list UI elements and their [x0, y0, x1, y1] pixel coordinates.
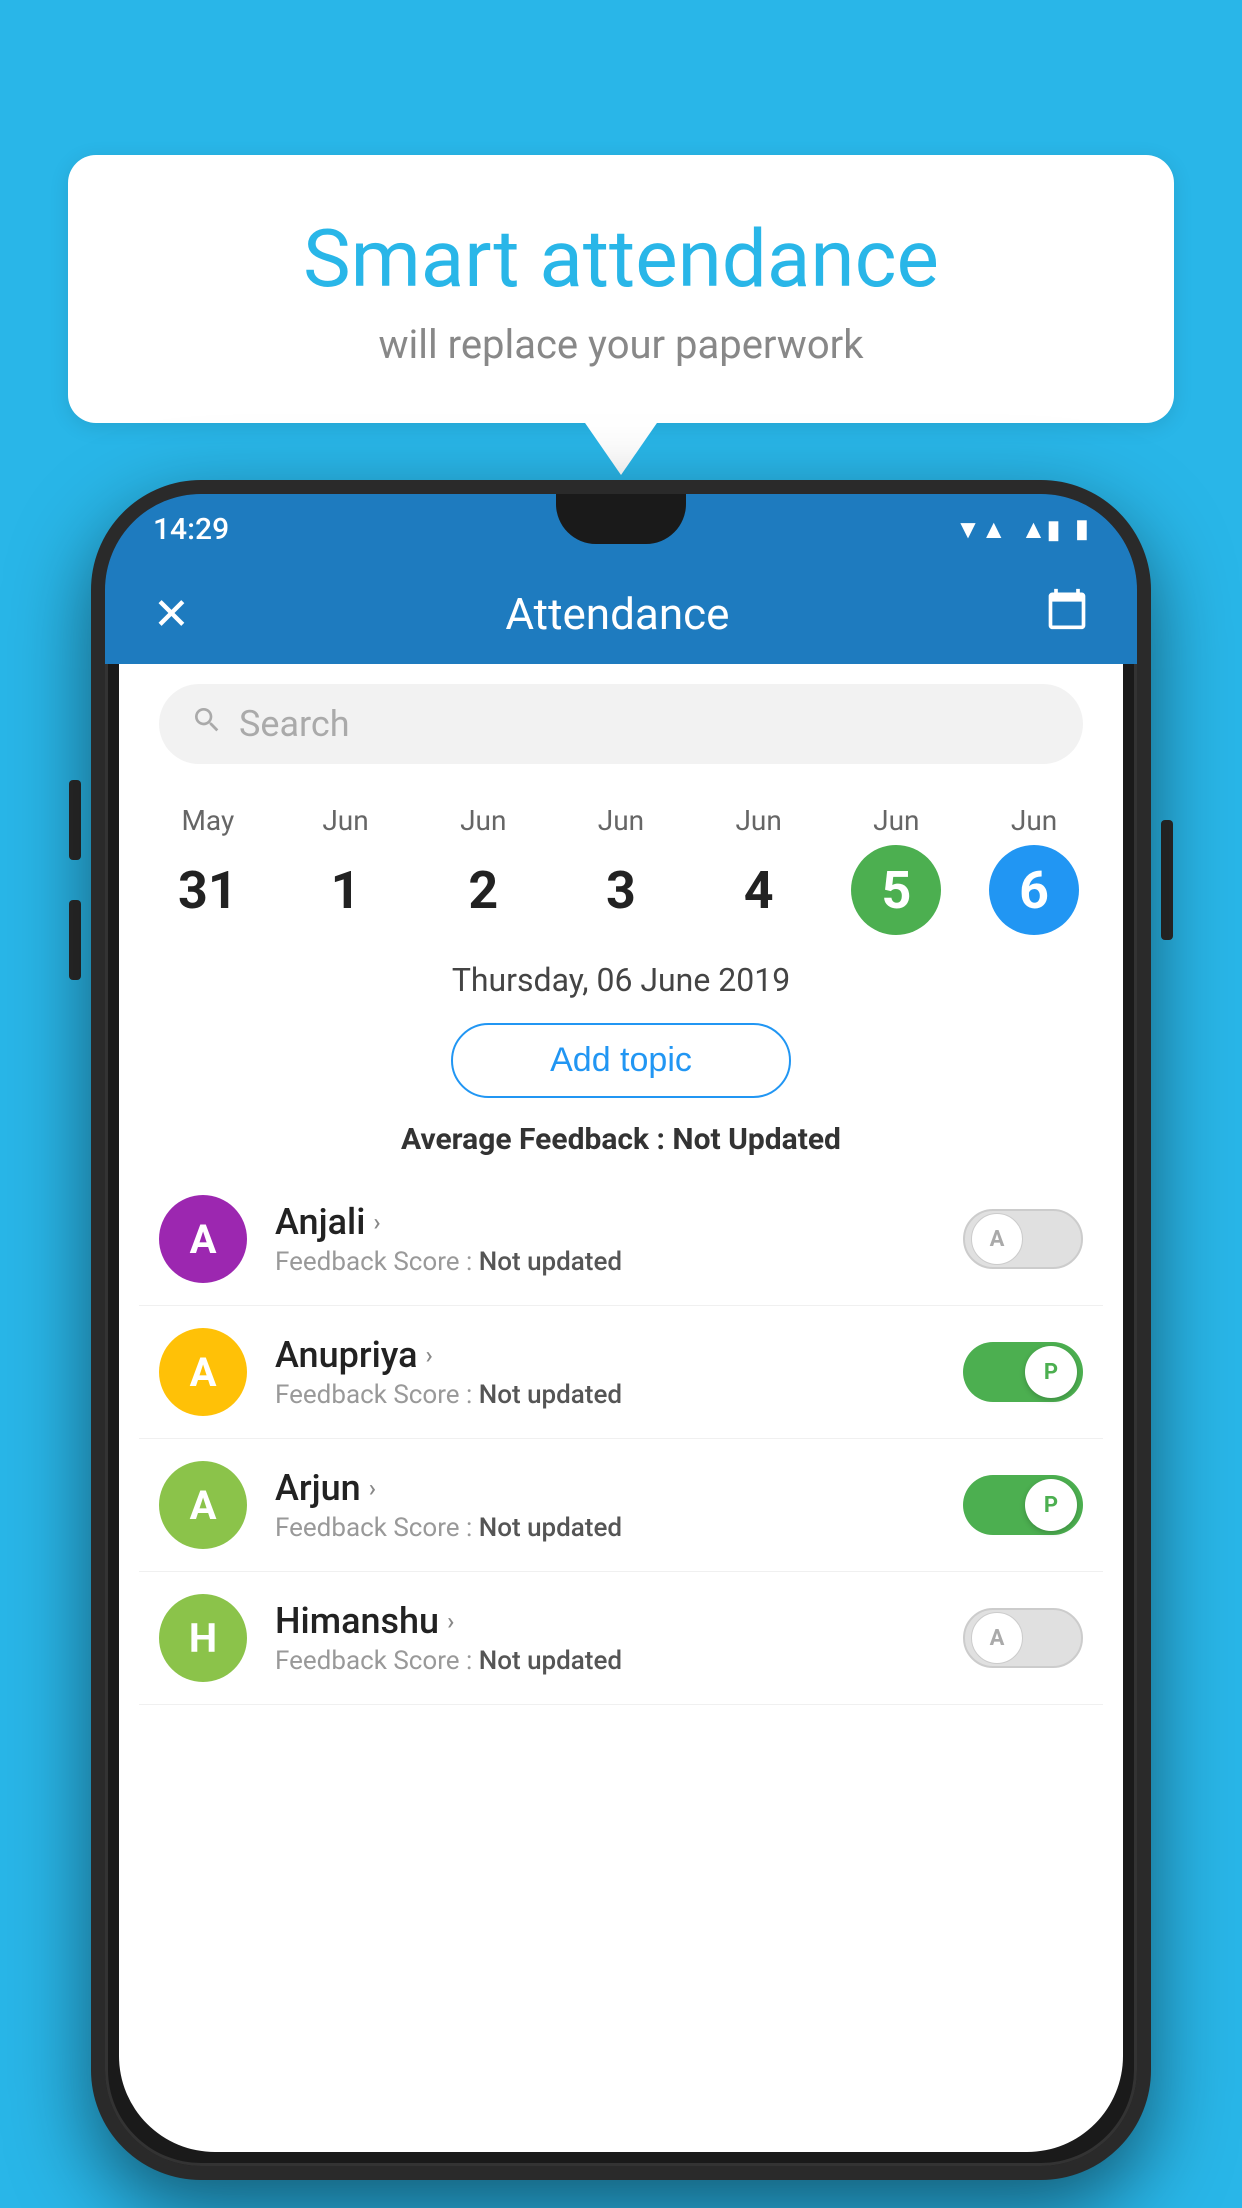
close-button[interactable]: ✕ — [153, 588, 190, 640]
signal-icon: ▲▮ — [1021, 514, 1061, 545]
student-item-2[interactable]: A Arjun › Feedback Score : Not updated P — [139, 1439, 1103, 1572]
student-info-1: Anupriya › Feedback Score : Not updated — [247, 1334, 963, 1410]
cal-month-label: Jun — [1011, 804, 1057, 837]
student-feedback-2: Feedback Score : Not updated — [275, 1513, 963, 1543]
students-list: AAnjali ›Feedback Score : Not updatedAAA… — [119, 1173, 1123, 1705]
cal-month-label: May — [181, 804, 234, 837]
cal-month-label: Jun — [460, 804, 506, 837]
cal-date-label: 4 — [714, 845, 804, 935]
avg-feedback: Average Feedback : Not Updated — [119, 1114, 1123, 1173]
phone-screen: Search May 31 Jun 1 Jun 2 Jun 3 Jun 4 Jun 5 Jun 6 Thu… — [119, 664, 1123, 2152]
student-avatar-3: H — [159, 1594, 247, 1682]
attendance-toggle-3[interactable]: A — [963, 1608, 1083, 1668]
cal-date-label: 3 — [576, 845, 666, 935]
student-feedback-3: Feedback Score : Not updated — [275, 1646, 963, 1676]
cal-date-label: 5 — [851, 845, 941, 935]
speech-bubble: Smart attendance will replace your paper… — [68, 155, 1174, 423]
add-topic-button[interactable]: Add topic — [451, 1023, 791, 1098]
toggle-knob-3: A — [971, 1612, 1023, 1664]
student-item-3[interactable]: H Himanshu › Feedback Score : Not updated A — [139, 1572, 1103, 1705]
student-name-0: Anjali › — [275, 1201, 963, 1243]
search-input[interactable]: Search — [159, 684, 1083, 764]
cal-month-label: Jun — [873, 804, 919, 837]
toggle-knob-0: A — [971, 1213, 1023, 1265]
student-info-0: Anjali › Feedback Score : Not updated — [247, 1201, 963, 1277]
calendar-day-0[interactable]: May 31 — [148, 804, 268, 935]
phone-device: 14:29 ▼▲ ▲▮ ▮ ✕ Attendance — [91, 480, 1151, 2180]
phone-body: 14:29 ▼▲ ▲▮ ▮ ✕ Attendance — [91, 480, 1151, 2180]
bubble-subtitle: will replace your paperwork — [148, 321, 1094, 368]
calendar-day-4[interactable]: Jun 4 — [699, 804, 819, 935]
toggle-knob-2: P — [1025, 1479, 1077, 1531]
search-placeholder: Search — [239, 703, 350, 745]
calendar-day-6[interactable]: Jun 6 — [974, 804, 1094, 935]
cal-date-label: 1 — [301, 845, 391, 935]
student-name-3: Himanshu › — [275, 1600, 963, 1642]
search-icon — [191, 704, 223, 745]
phone-notch — [556, 494, 686, 544]
attendance-toggle-2[interactable]: P — [963, 1475, 1083, 1535]
calendar-day-1[interactable]: Jun 1 — [286, 804, 406, 935]
bubble-title: Smart attendance — [148, 215, 1094, 303]
cal-month-label: Jun — [598, 804, 644, 837]
battery-icon: ▮ — [1075, 514, 1089, 544]
cal-date-label: 31 — [163, 845, 253, 935]
student-feedback-1: Feedback Score : Not updated — [275, 1380, 963, 1410]
chevron-icon: › — [447, 1607, 454, 1635]
student-info-3: Himanshu › Feedback Score : Not updated — [247, 1600, 963, 1676]
cal-month-label: Jun — [322, 804, 368, 837]
chevron-icon: › — [373, 1208, 380, 1236]
student-avatar-2: A — [159, 1461, 247, 1549]
avg-feedback-value: Not Updated — [672, 1122, 841, 1157]
calendar-day-5[interactable]: Jun 5 — [836, 804, 956, 935]
header-title: Attendance — [505, 588, 729, 640]
calendar-icon[interactable] — [1045, 587, 1089, 641]
student-avatar-0: A — [159, 1195, 247, 1283]
student-name-2: Arjun › — [275, 1467, 963, 1509]
toggle-knob-1: P — [1025, 1346, 1077, 1398]
speech-bubble-section: Smart attendance will replace your paper… — [68, 155, 1174, 423]
student-name-1: Anupriya › — [275, 1334, 963, 1376]
search-bar-container: Search — [119, 664, 1123, 784]
calendar-strip: May 31 Jun 1 Jun 2 Jun 3 Jun 4 Jun 5 Jun 6 — [119, 784, 1123, 945]
student-info-2: Arjun › Feedback Score : Not updated — [247, 1467, 963, 1543]
power-button — [1161, 820, 1173, 940]
status-icons: ▼▲ ▲▮ ▮ — [955, 514, 1089, 545]
chevron-icon: › — [426, 1341, 433, 1369]
student-avatar-1: A — [159, 1328, 247, 1416]
calendar-day-3[interactable]: Jun 3 — [561, 804, 681, 935]
cal-month-label: Jun — [735, 804, 781, 837]
cal-date-label: 2 — [438, 845, 528, 935]
app-header: ✕ Attendance — [105, 564, 1137, 664]
calendar-day-2[interactable]: Jun 2 — [423, 804, 543, 935]
student-item-1[interactable]: A Anupriya › Feedback Score : Not updated P — [139, 1306, 1103, 1439]
cal-date-label: 6 — [989, 845, 1079, 935]
student-item-0[interactable]: AAnjali ›Feedback Score : Not updatedA — [139, 1173, 1103, 1306]
student-feedback-0: Feedback Score : Not updated — [275, 1247, 963, 1277]
chevron-icon: › — [369, 1474, 376, 1502]
wifi-icon: ▼▲ — [955, 514, 1006, 545]
volume-up-button — [69, 780, 81, 860]
selected-date-label: Thursday, 06 June 2019 — [119, 945, 1123, 1007]
attendance-toggle-0[interactable]: A — [963, 1209, 1083, 1269]
volume-down-button — [69, 900, 81, 980]
avg-feedback-label: Average Feedback : — [401, 1122, 665, 1157]
attendance-toggle-1[interactable]: P — [963, 1342, 1083, 1402]
status-time: 14:29 — [153, 512, 229, 547]
